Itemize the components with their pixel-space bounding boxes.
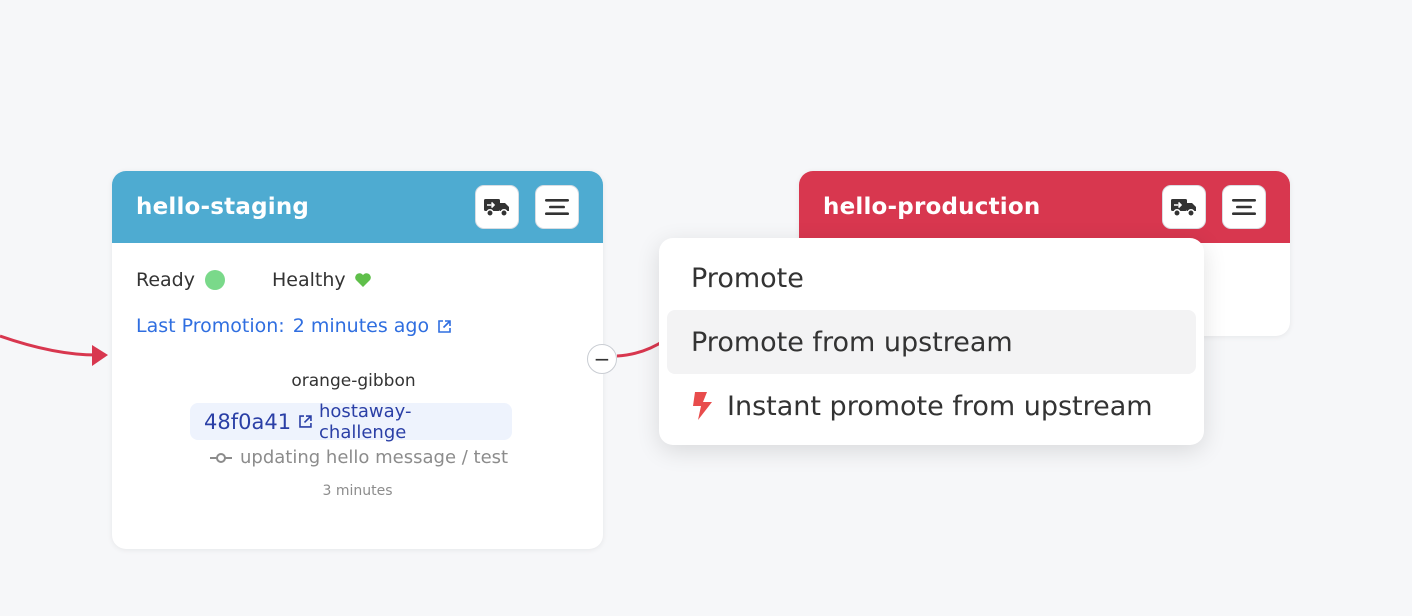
freight-name: orange-gibbon xyxy=(291,371,416,391)
commit-message-text: updating hello message / test xyxy=(240,447,509,468)
commit-chip[interactable]: 48f0a41 hostaway-challenge xyxy=(190,400,512,443)
promote-button[interactable] xyxy=(1162,185,1206,229)
menu-item-promote[interactable]: Promote xyxy=(667,246,1196,310)
incoming-edge-arrowhead xyxy=(92,345,108,366)
commit-sha: 48f0a41 xyxy=(204,409,292,434)
commit-message: updating hello message / test xyxy=(210,447,508,468)
stage-card-hello-staging[interactable]: hello-staging Ready Healthy Last Promoti… xyxy=(112,171,603,549)
stage-menu-button[interactable] xyxy=(1222,185,1266,229)
promote-dropdown-menu: Promote Promote from upstream Instant pr… xyxy=(659,238,1204,445)
stage-menu-button[interactable] xyxy=(535,185,579,229)
ready-indicator-dot xyxy=(205,270,225,290)
commit-repo: hostaway-challenge xyxy=(319,400,412,443)
edge-collapse-toggle[interactable]: − xyxy=(587,344,617,374)
menu-item-label: Promote xyxy=(691,262,804,294)
truck-icon xyxy=(1171,199,1196,217)
pipeline-canvas: hello-staging Ready Healthy Last Promoti… xyxy=(0,0,1412,616)
menu-item-promote-from-upstream[interactable]: Promote from upstream xyxy=(667,310,1196,374)
bolt-icon xyxy=(691,391,715,421)
last-promotion-label: Last Promotion: xyxy=(136,315,285,337)
external-link-icon xyxy=(438,319,451,333)
status-ready-label: Ready xyxy=(136,269,195,291)
status-healthy: Healthy xyxy=(272,269,372,291)
heart-icon xyxy=(354,273,371,287)
stage-header: hello-production xyxy=(799,171,1290,243)
truck-icon xyxy=(484,199,509,217)
menu-item-label: Promote from upstream xyxy=(691,326,1013,358)
stage-title: hello-production xyxy=(823,194,1041,220)
external-link-icon xyxy=(299,415,312,428)
menu-icon xyxy=(545,199,569,215)
commit-age: 3 minutes xyxy=(322,483,393,499)
promote-button[interactable] xyxy=(475,185,519,229)
menu-item-label: Instant promote from upstream xyxy=(727,390,1153,422)
incoming-edge xyxy=(0,334,98,357)
outgoing-edge xyxy=(616,338,666,358)
stage-header: hello-staging xyxy=(112,171,603,243)
minus-icon: − xyxy=(593,347,611,371)
menu-item-instant-promote-from-upstream[interactable]: Instant promote from upstream xyxy=(667,374,1196,438)
last-promotion-time: 2 minutes ago xyxy=(292,315,430,337)
status-healthy-label: Healthy xyxy=(272,269,346,291)
stage-title: hello-staging xyxy=(136,194,310,220)
last-promotion-link[interactable]: Last Promotion: 2 minutes ago xyxy=(136,315,452,337)
git-commit-icon xyxy=(210,452,232,463)
status-ready: Ready xyxy=(136,269,225,291)
menu-icon xyxy=(1232,199,1256,215)
